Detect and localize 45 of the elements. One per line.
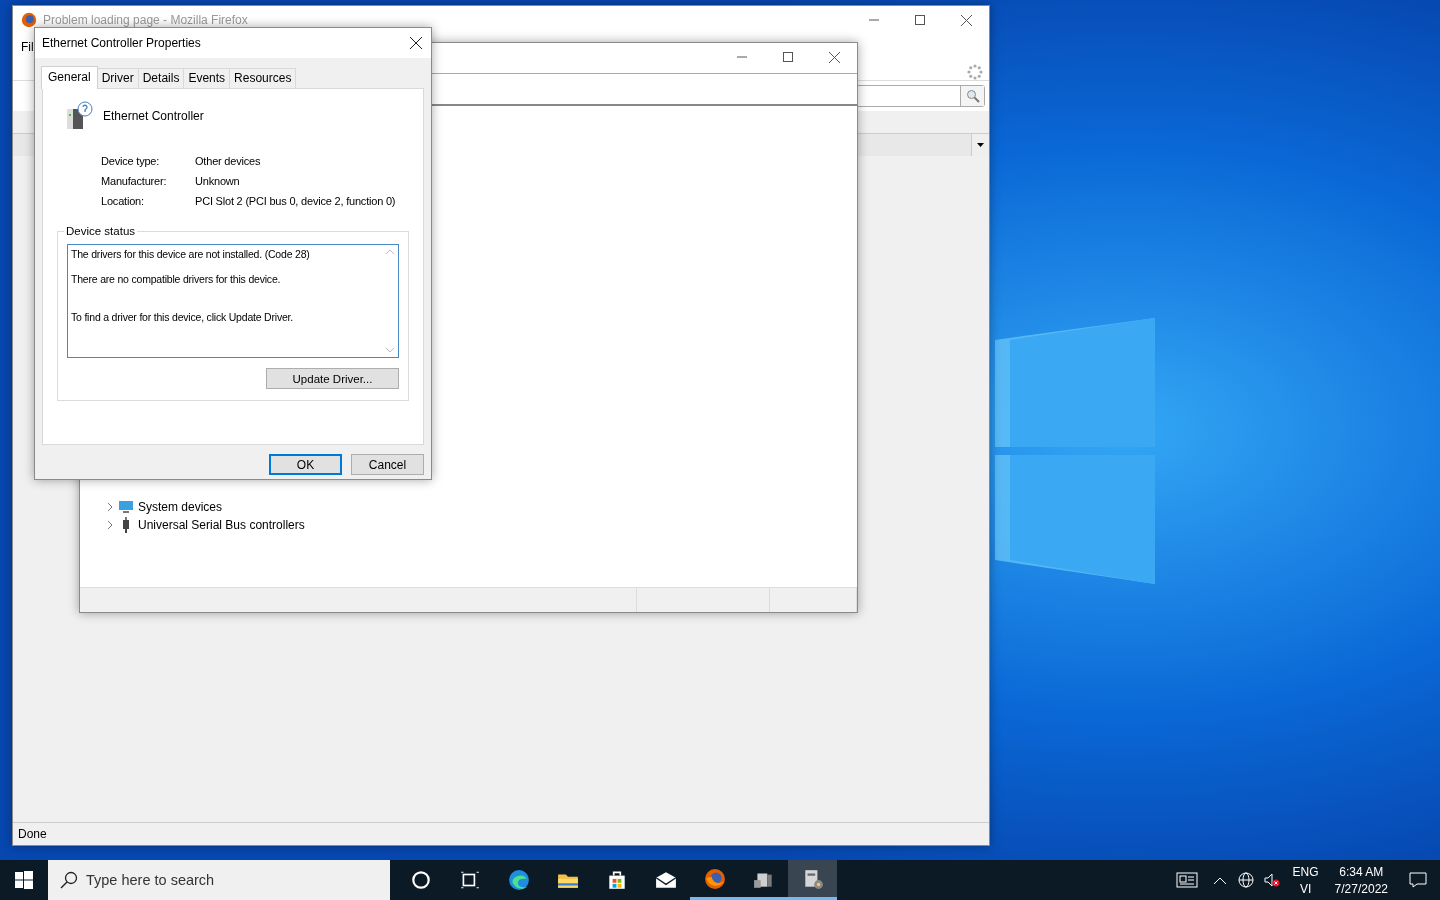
close-icon xyxy=(960,14,972,26)
tree-item[interactable]: Universal Serial Bus controllers xyxy=(138,518,305,532)
property-value: Unknown xyxy=(195,175,241,187)
search-field[interactable]: Type here to search xyxy=(48,860,390,900)
group-title: Device status xyxy=(64,225,138,237)
monitor-icon xyxy=(118,500,134,514)
menu-item[interactable]: Fil xyxy=(21,40,34,54)
dropdown-button[interactable] xyxy=(971,134,989,156)
close-icon xyxy=(828,51,840,63)
unknown-device-icon xyxy=(65,101,93,131)
windows-logo-icon xyxy=(15,871,33,889)
chevron-icon[interactable] xyxy=(106,521,114,529)
search-button[interactable] xyxy=(960,86,984,106)
taskbar-button[interactable] xyxy=(788,860,837,900)
property-value: Other devices xyxy=(195,155,262,167)
language-indicator[interactable]: ENG VI xyxy=(1284,864,1327,896)
search-field[interactable] xyxy=(855,85,985,107)
property-value: PCI Slot 2 (PCI bus 0, device 2, function 0) xyxy=(195,195,397,207)
spinner-icon xyxy=(967,64,983,80)
dialog-title: Ethernet Controller Properties xyxy=(42,36,202,50)
tab[interactable]: General xyxy=(41,66,98,89)
status-text: Done xyxy=(18,827,47,841)
close-icon xyxy=(410,37,422,49)
ok-button[interactable]: OK xyxy=(269,454,342,475)
clock[interactable]: 6:34 AM 7/27/2022 xyxy=(1326,864,1396,896)
circle-icon xyxy=(409,869,432,891)
browser-icon xyxy=(507,869,530,891)
caret-icon xyxy=(977,143,984,147)
magnifier-icon xyxy=(965,89,980,103)
maximize-icon xyxy=(783,52,793,62)
tree-item[interactable]: System devices xyxy=(138,500,223,514)
task-view-icon xyxy=(458,869,481,891)
cancel-button[interactable]: Cancel xyxy=(351,454,424,475)
update-driver-button[interactable]: Update Driver... xyxy=(266,368,399,389)
property-label: Manufacturer: xyxy=(101,175,168,187)
window-title: Problem loading page - Mozilla Firefox xyxy=(43,13,249,27)
chevron-icon[interactable] xyxy=(106,503,114,511)
tab[interactable]: Resources xyxy=(229,68,297,88)
device-name: Ethernet Controller xyxy=(103,109,204,123)
property-label: Device type: xyxy=(101,155,161,167)
property-label: Location: xyxy=(101,195,145,207)
fox-globe-icon xyxy=(21,12,37,28)
search-icon xyxy=(60,871,78,889)
maximize-icon xyxy=(915,15,925,25)
fox-globe-icon xyxy=(703,867,726,890)
